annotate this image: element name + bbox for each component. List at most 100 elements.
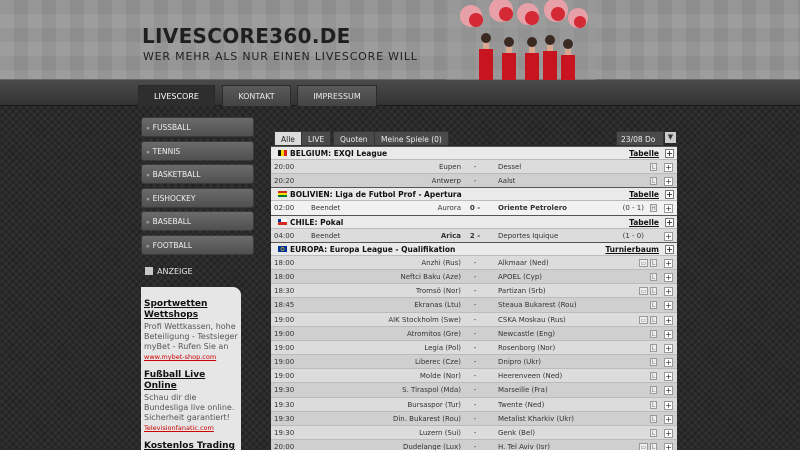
expand-icon[interactable]: +	[665, 217, 674, 227]
expand-icon[interactable]: +	[664, 386, 673, 396]
sidebar-item-basketball[interactable]: » BASKETBALL	[141, 164, 254, 185]
tv-icon[interactable]: ▭	[639, 443, 648, 450]
expand-icon[interactable]: +	[664, 163, 673, 172]
league-header: BOLIVIEN: Liga de Futbol Prof - Apertura…	[271, 187, 677, 201]
sidebar-item-label: FOOTBALL	[152, 240, 193, 250]
match-row[interactable]: 20:00 Dudelange (Lux) - H. Tel Aviv (Isr) ▭ L…	[271, 439, 677, 450]
ad-url[interactable]: Televisionfanatic.com	[144, 424, 239, 432]
match-row[interactable]: 19:30 S. Tiraspol (Mda) - Marseille (Fra) L +	[271, 382, 677, 397]
expand-icon[interactable]: +	[664, 315, 673, 325]
away-team: H. Tel Aviv (Isr)	[498, 443, 551, 450]
expand-icon[interactable]: +	[664, 414, 673, 424]
tv-icon[interactable]: ▭	[639, 258, 648, 267]
sidebar-item-baseball[interactable]: » BASEBALL	[141, 211, 254, 232]
lineup-icon[interactable]: L	[650, 386, 657, 395]
expand-icon[interactable]: +	[664, 343, 673, 353]
expand-icon[interactable]: +	[664, 429, 673, 438]
tab-impressum[interactable]: IMPRESSUM	[297, 85, 377, 106]
lineup-icon[interactable]: L	[650, 272, 657, 281]
match-time: 19:30	[274, 414, 295, 423]
tab-kontakt[interactable]: KONTAKT	[222, 85, 291, 106]
belgium-flag-icon	[278, 150, 287, 156]
expand-icon[interactable]: +	[665, 149, 674, 158]
match-row[interactable]: 19:00 AIK Stockholm (Swe) - CSKA Moskau (Ru…	[271, 311, 677, 326]
expand-icon[interactable]: +	[664, 177, 673, 187]
match-row[interactable]: 20:00 Eupen - Dessel L +	[271, 159, 677, 174]
tv-icon[interactable]: ▭	[639, 315, 648, 324]
lineup-icon[interactable]: L	[650, 358, 657, 367]
expand-icon[interactable]: +	[664, 301, 673, 311]
expand-icon[interactable]: +	[664, 443, 673, 450]
site-title[interactable]: LIVESCORE360.DE	[142, 24, 351, 48]
ad-title[interactable]: Sportwetten Wettshops	[144, 299, 239, 321]
match-time: 18:00	[274, 272, 295, 281]
lineup-icon[interactable]: L	[650, 443, 657, 450]
match-row[interactable]: 19:00 Liberec (Cze) - Dnipro (Ukr) L +	[271, 354, 677, 369]
lineup-icon[interactable]: L	[650, 301, 657, 310]
tab-livescore[interactable]: LIVESCORE	[138, 85, 215, 106]
match-row[interactable]: 18:00 Anzhi (Rus) - Alkmaar (Ned) ▭ L +	[271, 254, 677, 269]
filter-quoten[interactable]: Quoten	[333, 131, 375, 146]
lineup-icon[interactable]: L	[650, 177, 657, 186]
expand-icon[interactable]: +	[664, 204, 673, 214]
league-header: BELGIUM: EXQI League Tabelle +	[271, 146, 677, 159]
match-row[interactable]: 18:45 Ekranas (Ltu) - Steaua Bukarest (Rou)…	[271, 297, 677, 312]
expand-icon[interactable]: +	[664, 231, 673, 241]
match-row[interactable]: 19:30 Din. Bukarest (Rou) - Metalist Kharki…	[271, 410, 677, 425]
expand-icon[interactable]: +	[664, 400, 673, 410]
expand-icon[interactable]: +	[665, 190, 674, 200]
sidebar-item-fussball[interactable]: » FUSSBALL	[141, 117, 254, 137]
expand-icon[interactable]: +	[664, 272, 673, 282]
match-status: Beendet	[311, 204, 341, 213]
match-row[interactable]: 19:00 Molde (Nor) - Heerenveen (Ned) L +	[271, 368, 677, 383]
lineup-icon[interactable]: L	[650, 315, 657, 324]
lineup-icon[interactable]: L	[650, 414, 657, 423]
expand-icon[interactable]: +	[664, 372, 673, 382]
expand-icon[interactable]: +	[664, 258, 673, 268]
expand-icon[interactable]: +	[664, 358, 673, 368]
lineup-icon[interactable]: L	[650, 343, 657, 352]
ad-url[interactable]: www.mybet-shop.com	[144, 353, 239, 361]
expand-icon[interactable]: +	[665, 244, 674, 254]
ad-title[interactable]: Fußball Live Online	[144, 370, 239, 392]
filter-live[interactable]: LIVE	[301, 131, 332, 146]
match-score: -	[473, 163, 477, 171]
sidebar-item-label: BASKETBALL	[152, 170, 201, 180]
sidebar-item-label: FUSSBALL	[152, 123, 191, 132]
tv-icon[interactable]: ▭	[639, 287, 648, 296]
match-time: 19:00	[274, 358, 295, 367]
livescore-table: Alle LIVE Quoten Meine Spiele (0) 23/08 …	[271, 130, 677, 450]
ad-title[interactable]: Kostenlos Trading	[144, 441, 239, 450]
lineup-icon[interactable]: L	[650, 372, 657, 381]
sidebar-item-eishockey[interactable]: » EISHOCKEY	[141, 187, 254, 208]
chevron-down-icon[interactable]: ▼	[665, 132, 676, 143]
match-row[interactable]: 04:00BeendetArica2 - 1Deportes Iquique(1…	[271, 227, 677, 254]
lineup-icon[interactable]: L	[650, 258, 657, 267]
match-row[interactable]: 18:00 Neftci Baku (Aze) - APOEL (Cyp) L +	[271, 268, 677, 284]
match-row[interactable]: 19:00 Atromitos (Gre) - Newcastle (Eng) L +	[271, 325, 677, 340]
expand-icon[interactable]: +	[664, 329, 673, 339]
filter-all[interactable]: Alle	[274, 131, 302, 146]
match-row[interactable]: 02:00BeendetAurora0 - 2Oriente Petrolero…	[271, 200, 677, 227]
sidebar-item-football[interactable]: » FOOTBALL	[141, 234, 254, 255]
date-select[interactable]: 23/08 Do	[616, 131, 664, 146]
match-row[interactable]: 19:30 Bursaspor (Tur) - Twente (Ned) L +	[271, 396, 677, 411]
lineup-icon[interactable]: L	[650, 329, 657, 338]
lineup-icon[interactable]: L	[650, 287, 657, 296]
lineup-icon[interactable]: L	[650, 400, 657, 409]
lineup-icon[interactable]: L	[650, 163, 657, 171]
match-score: -	[473, 315, 477, 324]
h-icon[interactable]: H	[650, 204, 657, 213]
match-row[interactable]: 18:30 Tromsö (Nor) - Partizan (Srb) ▭ L +	[271, 283, 677, 298]
filter-my-games[interactable]: Meine Spiele (0)	[374, 131, 449, 146]
match-row[interactable]: 19:00 Legia (Pol) - Rosenborg (Nor) L +	[271, 339, 677, 355]
match-time: 04:00	[274, 231, 295, 240]
lineup-icon[interactable]: L	[650, 429, 657, 437]
match-row[interactable]: 20:20 Antwerp - Aalst L +	[271, 173, 677, 188]
site-subtitle: WER MEHR ALS NUR EINEN LIVESCORE WILL	[143, 50, 418, 63]
league-name: EUROPA: Europa League - Qualifikation	[290, 244, 456, 254]
expand-icon[interactable]: +	[664, 287, 673, 297]
sidebar-item-tennis[interactable]: » TENNIS	[141, 140, 254, 161]
away-team: Steaua Bukarest (Rou)	[498, 301, 577, 310]
match-row[interactable]: 19:30 Luzern (Sui) - Genk (Bel) L +	[271, 425, 677, 440]
